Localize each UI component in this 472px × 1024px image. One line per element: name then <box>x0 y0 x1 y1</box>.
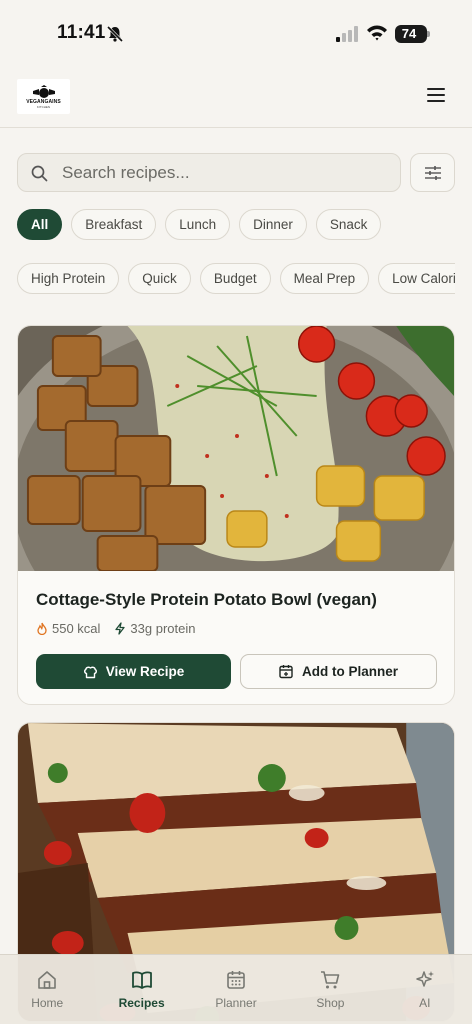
calories-info: 550 kcal <box>36 621 100 636</box>
tab-home-label: Home <box>31 996 64 1010</box>
calendar-icon <box>227 971 245 989</box>
battery-level: 74 <box>401 26 417 41</box>
hamburger-menu-icon[interactable] <box>427 87 445 103</box>
tab-ai-label: AI <box>419 996 431 1010</box>
filter-button[interactable] <box>410 153 455 192</box>
chip-high-protein[interactable]: High Protein <box>17 263 120 294</box>
view-recipe-button[interactable]: View Recipe <box>36 654 231 689</box>
calendar-plus-icon <box>279 665 293 679</box>
chip-low-calorie[interactable]: Low Calorie <box>378 263 455 294</box>
logo-subtext: KITCHEN <box>36 104 51 109</box>
battery-indicator: 74 <box>395 25 430 43</box>
tab-recipes-label: Recipes <box>118 996 165 1010</box>
tab-home[interactable]: Home <box>0 955 94 1024</box>
protein-value: 33g protein <box>130 621 196 636</box>
home-icon <box>38 971 57 989</box>
cellular-signal-icon <box>336 26 358 42</box>
book-icon <box>131 971 152 989</box>
tab-planner-label: Planner <box>215 996 257 1010</box>
bottom-tab-bar: Home Recipes Planner Shop AI <box>0 954 472 1024</box>
logo-mark-icon <box>32 84 55 98</box>
view-recipe-label: View Recipe <box>105 664 185 679</box>
tab-recipes[interactable]: Recipes <box>94 955 188 1024</box>
lightning-icon <box>115 622 126 635</box>
sliders-icon <box>424 165 441 180</box>
chip-quick[interactable]: Quick <box>128 263 191 294</box>
cart-icon <box>321 971 340 989</box>
tab-shop-label: Shop <box>316 996 345 1010</box>
chip-budget[interactable]: Budget <box>199 263 271 294</box>
tag-chips: High Protein Quick Budget Meal Prep Low … <box>17 263 455 294</box>
chip-lunch[interactable]: Lunch <box>165 209 231 240</box>
calories-value: 550 kcal <box>52 621 101 636</box>
chip-all[interactable]: All <box>17 209 63 240</box>
chip-snack[interactable]: Snack <box>315 209 382 240</box>
chip-breakfast[interactable]: Breakfast <box>71 209 157 240</box>
flame-icon <box>37 622 47 635</box>
tab-planner[interactable]: Planner <box>189 955 283 1024</box>
add-to-planner-button[interactable]: Add to Planner <box>240 654 437 689</box>
search-bar <box>17 153 401 192</box>
add-to-planner-label: Add to Planner <box>301 664 398 679</box>
recipe-title: Cottage-Style Protein Potato Bowl (vegan… <box>36 590 377 609</box>
recipe-meta: 550 kcal 33g protein <box>36 621 195 636</box>
search-icon <box>31 165 48 182</box>
tab-shop[interactable]: Shop <box>283 955 377 1024</box>
brand-logo[interactable]: VEGANGAINS KITCHEN <box>17 79 70 114</box>
recipe-image[interactable] <box>18 326 454 571</box>
chip-dinner[interactable]: Dinner <box>239 209 307 240</box>
search-input[interactable] <box>62 154 392 191</box>
wifi-icon <box>367 25 387 41</box>
chip-meal-prep[interactable]: Meal Prep <box>279 263 370 294</box>
recipe-card[interactable]: Cottage-Style Protein Potato Bowl (vegan… <box>17 325 455 705</box>
app-header: VEGANGAINS KITCHEN <box>0 70 472 128</box>
category-chips: All Breakfast Lunch Dinner Snack <box>17 209 382 240</box>
tab-ai[interactable]: AI <box>378 955 472 1024</box>
bell-muted-icon <box>106 25 124 43</box>
status-bar: 11:41 74 <box>0 0 472 70</box>
sparkle-icon <box>416 971 434 987</box>
status-time: 11:41 <box>57 22 106 43</box>
protein-info: 33g protein <box>114 621 195 636</box>
chef-hat-icon <box>83 666 97 678</box>
